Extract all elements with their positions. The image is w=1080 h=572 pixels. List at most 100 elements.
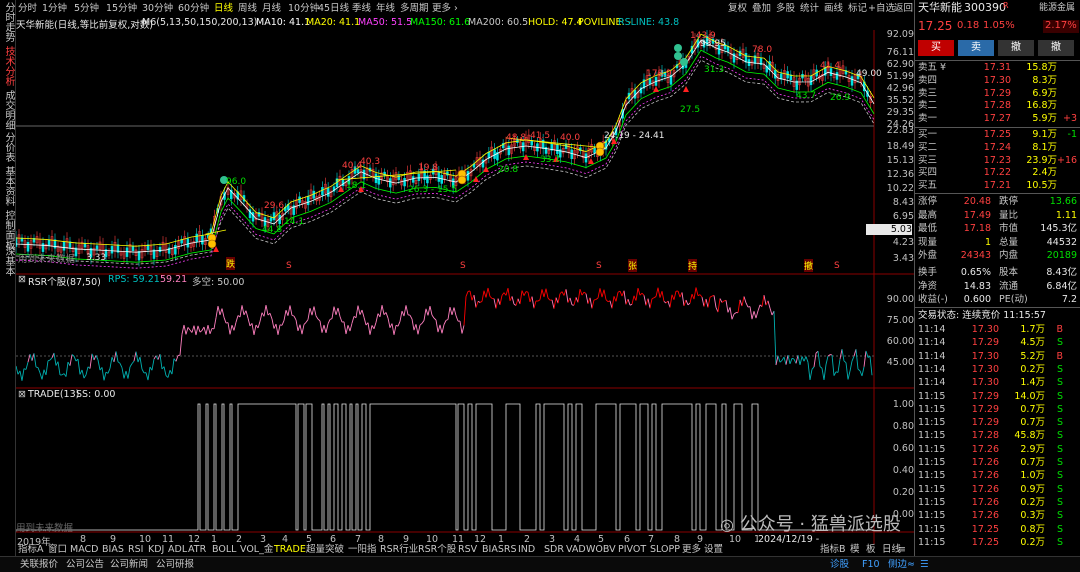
toolbar-button[interactable]: 叠加	[752, 1, 771, 16]
toolbar-button[interactable]: 标记	[848, 1, 867, 16]
indicator-tab[interactable]: BIAS	[102, 544, 124, 556]
left-tab[interactable]: 深基本	[0, 244, 16, 278]
rsr-segment	[391, 323, 395, 335]
period-tab[interactable]: 60分钟	[178, 2, 209, 15]
ask-row[interactable]: 卖二 17.28 16.8万	[915, 100, 1080, 113]
rsr-axis-tick: 75.00	[886, 315, 914, 326]
candle-body	[131, 245, 135, 252]
indicator-tab[interactable]: 一阳指	[348, 544, 377, 556]
indicator-tab[interactable]: VOL_金	[240, 544, 273, 556]
status-link[interactable]: 关联报价	[20, 558, 58, 572]
indicator-tab[interactable]: RSV	[458, 544, 477, 556]
indicator-tab[interactable]: RSR个股	[418, 544, 456, 556]
left-tab[interactable]: 分时走势	[0, 0, 16, 44]
indicator-tab[interactable]: 设置	[704, 544, 723, 556]
rsr-panel-title: ⊠ RSR个股(87,50) RPS: 59.21 59.21 多空: 50.0…	[16, 274, 516, 288]
indicator-tab[interactable]: SDR	[544, 544, 564, 556]
period-tab[interactable]: 日线	[214, 2, 233, 15]
indicator-tab[interactable]: IND	[518, 544, 535, 556]
indicator-tab[interactable]: VAD	[566, 544, 586, 556]
indicator-tab-right[interactable]: ≡	[898, 544, 906, 556]
indicator-tab[interactable]: TRADE	[274, 544, 306, 556]
status-link[interactable]: 公司公告	[66, 558, 104, 572]
indicator-tab[interactable]: PIVOT	[618, 544, 646, 556]
status-button[interactable]: F10	[862, 558, 880, 572]
period-tab[interactable]: 30分钟	[142, 2, 173, 15]
cancel-order-button[interactable]: 撤	[998, 40, 1034, 56]
ask-row[interactable]: 卖一 17.27 5.9万 +3	[915, 113, 1080, 126]
rsr-segment	[461, 325, 465, 334]
period-tab[interactable]: 分时	[18, 2, 37, 15]
period-tab[interactable]: 年线	[376, 2, 395, 15]
indicator-tab-right[interactable]: 指标B	[820, 544, 846, 556]
left-tab[interactable]: 基本资料	[0, 164, 16, 208]
left-tab[interactable]: 技术分析	[0, 44, 16, 88]
period-tab[interactable]: 45日线	[318, 2, 349, 15]
ask-row[interactable]: 卖三 17.29 6.9万	[915, 88, 1080, 101]
tick-row: 11:15 17.26 0.7万 S	[918, 457, 1063, 468]
toolbar-button[interactable]: +自选	[868, 1, 895, 16]
rsr-segment	[801, 356, 805, 362]
ask-row[interactable]: 卖五 ¥17.31 15.8万	[915, 62, 1080, 75]
candle-body	[326, 187, 330, 197]
bid-row[interactable]: 买二 17.24 8.1万	[915, 142, 1080, 155]
period-tab[interactable]: 5分钟	[74, 2, 99, 15]
period-tab[interactable]: 多周期	[400, 2, 429, 15]
status-link[interactable]: 公司新闻	[110, 558, 148, 572]
rsr-segment	[97, 359, 101, 371]
sector-name[interactable]: 能源金属	[1039, 2, 1075, 15]
toolbar-button[interactable]: 统计	[800, 1, 819, 16]
toolbar-button[interactable]: 返回	[894, 1, 913, 16]
indicator-tab[interactable]: ATR	[188, 544, 206, 556]
left-tab[interactable]: 成交明细	[0, 88, 16, 132]
x-axis-month: 3	[549, 534, 556, 545]
rsr-segment	[209, 328, 213, 334]
kline-chart[interactable]	[16, 30, 914, 544]
toolbar-button[interactable]: 画线	[824, 1, 843, 16]
status-button[interactable]: 诊股	[830, 558, 849, 572]
period-tab[interactable]: 1分钟	[42, 2, 67, 15]
ask-row[interactable]: 卖四 17.30 8.3万	[915, 75, 1080, 88]
indicator-tab[interactable]: BOLL	[212, 544, 236, 556]
bid-row[interactable]: 买四 17.22 2.4万	[915, 167, 1080, 180]
cancel-all-button[interactable]: 撤	[1038, 40, 1074, 56]
rsr-segment	[77, 359, 81, 375]
status-button[interactable]: ☰	[920, 558, 929, 572]
period-tab[interactable]: 15分钟	[106, 2, 137, 15]
sell-button[interactable]: 卖	[958, 40, 994, 56]
indicator-tab-right[interactable]: 模	[850, 544, 860, 556]
indicator-tab[interactable]: SLOPP	[650, 544, 680, 556]
toolbar-button[interactable]: 复权	[728, 1, 747, 16]
period-tab[interactable]: 季线	[352, 2, 371, 15]
period-tab[interactable]: 10分钟	[288, 2, 319, 15]
indicator-tab[interactable]: MACD	[70, 544, 98, 556]
indicator-tab-right[interactable]: 板	[866, 544, 876, 556]
toolbar-button[interactable]: 多股	[776, 1, 795, 16]
indicator-tab[interactable]: BIASRS	[482, 544, 516, 556]
ma20-value: MA20: 41.1	[306, 17, 361, 28]
price-annotation: 20.8	[498, 165, 519, 175]
indicator-tab[interactable]: KDJ	[148, 544, 164, 556]
left-tab[interactable]: 分价表	[0, 130, 16, 164]
candle-body	[809, 75, 813, 86]
bid-row[interactable]: 买一 17.25 9.1万 -1	[915, 129, 1080, 142]
stock-terminal-window: 分时走势 技术分析 成交明细 分价表 基本资料 控制面板 深基本 分时 1分钟 5分钟 15分钟 3…	[0, 0, 1080, 572]
indicator-tab[interactable]: 更多	[682, 544, 701, 556]
status-link[interactable]: 公司研报	[156, 558, 194, 572]
ma-label[interactable]: M6(5,13,50,150,200,13)	[142, 17, 257, 28]
indicator-tab[interactable]: ADL	[168, 544, 187, 556]
rsr-segment	[343, 321, 347, 335]
indicator-tab[interactable]: RSR行业	[380, 544, 418, 556]
buy-button[interactable]: 买	[918, 40, 954, 56]
bid-row[interactable]: 买五 17.21 10.5万	[915, 180, 1080, 193]
indicator-tab[interactable]: 超量突破	[306, 544, 344, 556]
period-tab[interactable]: 更多 ›	[432, 2, 458, 15]
rsr-segment	[321, 324, 325, 333]
rsr-segment	[705, 298, 709, 308]
period-tab[interactable]: 月线	[262, 2, 281, 15]
status-button[interactable]: 侧边≈	[888, 558, 915, 572]
indicator-tab[interactable]: WOBV	[586, 544, 616, 556]
bid-row[interactable]: 买三 17.23 23.9万 +16	[915, 155, 1080, 168]
period-tab[interactable]: 周线	[238, 2, 257, 15]
indicator-tab[interactable]: RSI	[128, 544, 143, 556]
